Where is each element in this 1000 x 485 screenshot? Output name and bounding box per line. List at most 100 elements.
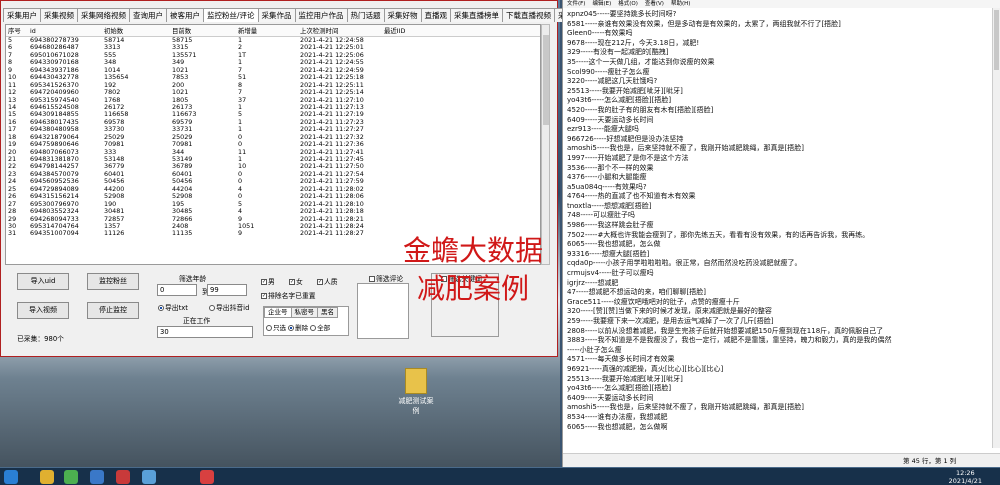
table-row[interactable]: 6 694680286487 3313 3315 2 2021-4-21 12:25:01: [6, 44, 540, 51]
monitor-fans-button[interactable]: 监控粉丝: [87, 273, 139, 290]
tab-10[interactable]: 直播观: [420, 8, 452, 22]
table-row[interactable]: 30 695314704764 1357 2408 1051 2021-4-21 11:2…: [6, 223, 540, 230]
table-cell: 2021-4-21 11:27:23: [300, 118, 364, 126]
tab-3[interactable]: 查询用户: [129, 8, 167, 22]
table-cell: 33731: [172, 126, 193, 134]
table-row[interactable]: 12 694720409960 7802 1021 7 2021-4-21 12:25:1…: [6, 89, 540, 96]
tab-12[interactable]: 下载直播视频: [502, 8, 556, 22]
table-row[interactable]: 19 694759890646 70981 70981 0 2021-4-21 11:27…: [6, 141, 540, 148]
text-line: 6409-----天要运动多长时间: [567, 115, 654, 124]
notepad-menu-item[interactable]: 文件(F): [567, 0, 585, 8]
notepad-menu-item[interactable]: 格式(O): [618, 0, 638, 8]
start-icon[interactable]: [4, 470, 18, 484]
column-header[interactable]: id: [28, 25, 102, 36]
tab-8[interactable]: 热门话题: [346, 8, 385, 22]
table-row[interactable]: 16 694638017435 69578 69579 1 2021-4-21 11:27…: [6, 119, 540, 126]
gender-person-check[interactable]: ✓ 人质: [317, 276, 338, 286]
table-row[interactable]: 23 694384570079 60401 60401 0 2021-4-21 11:27…: [6, 171, 540, 178]
notepad-menu-item[interactable]: 帮助(H): [671, 0, 690, 8]
table-row[interactable]: 8 694330970168 348 349 1 2021-4-21 12:24:55: [6, 59, 540, 66]
notepad-text-area[interactable]: xpnz045-----要坚持跳多长时间呀? 6581-----亲谁有效果没有效果…: [567, 10, 987, 450]
table-cell: 70981: [172, 141, 193, 149]
enterprise-tab-0[interactable]: 企业号: [264, 307, 292, 318]
tab-6[interactable]: 采集作品: [257, 8, 296, 22]
table-cell: 7: [238, 66, 243, 74]
column-header[interactable]: 最近IID: [382, 25, 452, 36]
enterprise-tab-1[interactable]: 私密号: [290, 307, 318, 318]
grid-scrollbar[interactable]: [541, 24, 550, 265]
column-header[interactable]: 上次检测时间: [298, 25, 382, 36]
table-cell: 72857: [104, 215, 125, 223]
column-header[interactable]: 初始数: [102, 25, 170, 36]
table-row[interactable]: 27 695300796970 190 195 5 2021-4-21 11:28:10: [6, 201, 540, 208]
radio-only[interactable]: 只选: [266, 324, 286, 332]
table-row[interactable]: 10 694430432778 135654 7853 51 2021-4-21 12:2…: [6, 74, 540, 81]
age-from-input[interactable]: 0: [157, 284, 197, 296]
table-cell: 25: [8, 185, 17, 193]
app3-icon[interactable]: [200, 470, 214, 484]
notepad-menu-item[interactable]: 编辑(E): [592, 0, 611, 8]
table-row[interactable]: 14 694615524508 26172 26173 1 2021-4-21 11:27…: [6, 104, 540, 111]
table-row[interactable]: 25 694729894089 44200 44204 4 2021-4-21 11:28…: [6, 186, 540, 193]
table-row[interactable]: 9 694343937186 1014 1021 7 2021-4-21 12:24:59: [6, 67, 540, 74]
table-row[interactable]: 22 694798144257 36779 36789 10 2021-4-21 11:2…: [6, 163, 540, 170]
exclude-dup-check[interactable]: ✓ 排除名字已重置: [261, 290, 316, 300]
notepad-scrollbar[interactable]: [992, 8, 1000, 448]
radio-all[interactable]: 全部: [310, 324, 330, 332]
app2-icon[interactable]: [142, 470, 156, 484]
tab-11[interactable]: 采集直播榜单: [450, 8, 504, 22]
chat-icon[interactable]: [64, 470, 78, 484]
table-cell: 51: [238, 74, 247, 82]
table-cell: 11126: [104, 230, 125, 238]
desktop-folder[interactable]: 减肥测试案例: [398, 368, 434, 416]
table-cell: 2021-4-21 11:28:06: [300, 193, 364, 201]
table-cell: 694315156214: [30, 193, 79, 201]
table-cell: 11: [238, 148, 247, 156]
table-row[interactable]: 20 694807066073 333 344 11 2021-4-21 11:27:41: [6, 149, 540, 156]
export-txt-radio[interactable]: 导出txt: [158, 302, 188, 312]
notepad-menu-item[interactable]: 查看(V): [645, 0, 664, 8]
explorer-icon[interactable]: [90, 470, 104, 484]
tab-7[interactable]: 监控用户作品: [294, 8, 348, 22]
app-icon[interactable]: [116, 470, 130, 484]
table-cell: 28: [8, 208, 17, 216]
table-row[interactable]: 26 694315156214 52908 52908 0 2021-4-21 11:28…: [6, 193, 540, 200]
tab-5[interactable]: 监控粉丝/评论: [203, 8, 259, 22]
export-id-label: 导出抖音id: [216, 304, 250, 312]
table-row[interactable]: 15 694309184855 116658 116673 5 2021-4-21 11:…: [6, 111, 540, 118]
import-id-button[interactable]: 导入uid: [17, 273, 69, 290]
tab-0[interactable]: 采集用户: [3, 8, 41, 22]
gender-female-check[interactable]: ✓ 女: [289, 276, 303, 286]
table-row[interactable]: 21 694831381870 53148 53149 1 2021-4-21 11:27…: [6, 156, 540, 163]
radio-delete[interactable]: 删除: [288, 324, 308, 332]
table-row[interactable]: 13 695315974540 1768 1805 37 2021-4-21 11:27:…: [6, 97, 540, 104]
working-input[interactable]: 30: [157, 326, 253, 338]
browser-icon[interactable]: [40, 470, 54, 484]
tab-1[interactable]: 采集视频: [40, 8, 78, 22]
gender-male-check[interactable]: ✓ 男: [261, 276, 275, 286]
table-row[interactable]: 5 694380278739 58714 58715 1 2021-4-21 12:24:…: [6, 37, 540, 44]
table-row[interactable]: 11 695341526370 192 200 8 2021-4-21 12:25:11: [6, 82, 540, 89]
tab-2[interactable]: 采集网络视频: [77, 8, 130, 22]
tab-9[interactable]: 采集好物: [383, 8, 422, 22]
import-video-button[interactable]: 导入视频: [17, 302, 69, 319]
table-row[interactable]: 24 694560952536 50456 50456 0 2021-4-21 11:27…: [6, 178, 540, 185]
table-cell: [382, 74, 452, 81]
export-id-radio[interactable]: 导出抖音id: [209, 302, 249, 312]
table-cell: 694309184855: [30, 111, 79, 119]
column-header[interactable]: 新增量: [236, 25, 298, 36]
table-row[interactable]: 17 694380480958 33730 33731 1 2021-4-21 11:27…: [6, 126, 540, 133]
table-cell: [382, 223, 452, 230]
column-header[interactable]: 目前数: [170, 25, 236, 36]
enterprise-tab-2[interactable]: 黑名: [317, 307, 338, 318]
table-row[interactable]: 18 694321879064 25029 25029 0 2021-4-21 11:27…: [6, 134, 540, 141]
table-row[interactable]: 28 694803552324 30481 30485 4 2021-4-21 11:28…: [6, 208, 540, 215]
stop-monitor-button[interactable]: 停止监控: [87, 302, 139, 319]
table-row[interactable]: 7 695010671028 555 135571 1T 2021-4-21 12:25:…: [6, 52, 540, 59]
table-cell: 0: [238, 170, 243, 178]
table-row[interactable]: 29 694268094733 72857 72866 9 2021-4-21 11:28…: [6, 216, 540, 223]
text-line: Grace511-----纹瘦饮吧哦吧对的肚子，点赞的瘦瘦十斤: [567, 297, 740, 306]
tab-4[interactable]: 被客用户: [166, 8, 204, 22]
column-header[interactable]: 序号: [6, 25, 28, 36]
age-to-input[interactable]: 99: [207, 284, 247, 296]
